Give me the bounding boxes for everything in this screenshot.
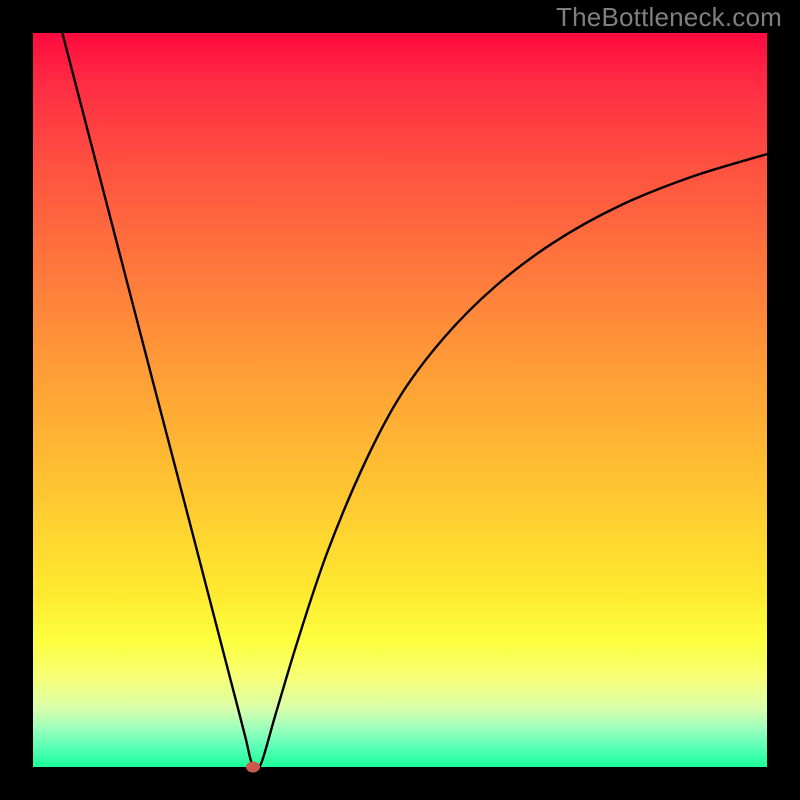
watermark-text: TheBottleneck.com <box>556 2 782 33</box>
chart-frame: TheBottleneck.com <box>0 0 800 800</box>
bottleneck-curve <box>33 33 767 767</box>
minimum-marker <box>246 762 260 773</box>
plot-area <box>33 33 767 767</box>
